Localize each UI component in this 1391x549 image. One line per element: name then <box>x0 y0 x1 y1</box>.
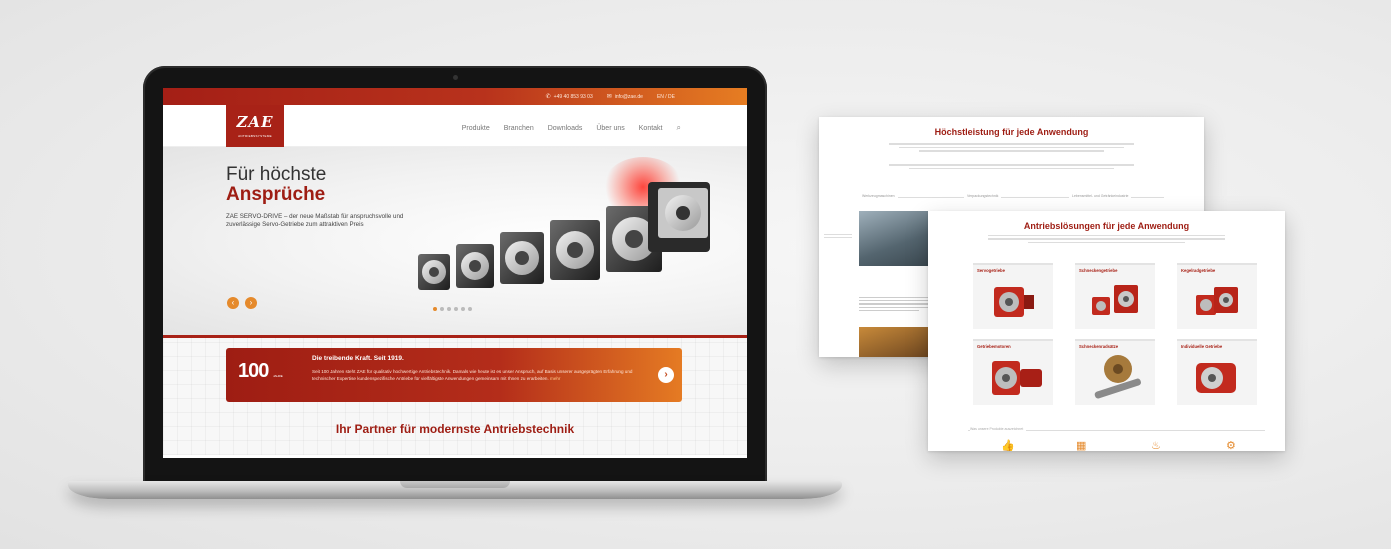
card1-category-label[interactable]: Verpackungstechnik <box>964 194 1002 198</box>
nav-menu: Produkte Branchen Downloads Über uns Kon… <box>462 123 681 133</box>
card1-title: Höchstleistung für jede Anwendung <box>934 127 1089 137</box>
gear-icon: ⚙ <box>1226 440 1236 451</box>
kegelradgetriebe-icon <box>1196 287 1238 315</box>
zae-logo[interactable]: ZAE ANTRIEBSSYSTEME <box>226 105 284 147</box>
banner-more-link[interactable]: mehr <box>550 376 560 381</box>
nav-item-kontakt[interactable]: Kontakt <box>639 125 663 132</box>
banner-arrow-button[interactable]: › <box>658 367 674 383</box>
industry-photo <box>859 327 929 357</box>
slider-pagination <box>433 307 472 311</box>
thumbs-up-icon: 👍 <box>1001 440 1015 451</box>
product-tile-schneckengetriebe[interactable]: Schneckengetriebe <box>1075 263 1155 329</box>
topbar-phone[interactable]: ✆ +49 40 853 93 03 <box>545 93 593 101</box>
card1-side-note <box>824 232 852 240</box>
laptop-screen: ✆ +49 40 853 93 03 ✉ info@zae.de EN / DE Z… <box>163 88 747 458</box>
card2-title: Antriebslösungen für jede Anwendung <box>1023 221 1190 231</box>
nav-item-branchen[interactable]: Branchen <box>504 125 534 132</box>
slider-dot[interactable] <box>447 307 451 311</box>
slider-next-button[interactable]: › <box>245 297 257 309</box>
nav-item-ueber-uns[interactable]: Über uns <box>596 125 624 132</box>
card2-footer-label: Was unsere Produkte auszeichnet <box>970 427 1027 431</box>
laptop-lid: ✆ +49 40 853 93 03 ✉ info@zae.de EN / DE Z… <box>143 66 767 486</box>
banner-text: Seit 100 Jahren steht ZAE für qualitativ… <box>312 369 633 381</box>
card1-body-text <box>859 295 929 313</box>
anniversary-section: 100 JAHRE Die treibende Kraft. Seit 1919… <box>163 338 747 455</box>
section-title: Ihr Partner für modernste Antriebstechni… <box>335 422 575 436</box>
product-tile-individuelle-getriebe[interactable]: Individuelle Getriebe <box>1177 339 1257 405</box>
schneckenradsaetze-icon <box>1094 355 1141 399</box>
slider-dot[interactable] <box>468 307 472 311</box>
topbar-email[interactable]: ✉ info@zae.de <box>606 93 643 101</box>
anniversary-badge: 100 JAHRE <box>238 360 283 382</box>
laptop-hinge-notch <box>400 481 510 488</box>
product-tile-kegelradgetriebe[interactable]: Kegelradgetriebe <box>1177 263 1257 329</box>
servo-gearbox-illustration <box>418 182 710 290</box>
card1-intro-lines-2 <box>889 162 1134 171</box>
factory-photo <box>859 211 929 266</box>
card1-category-label[interactable]: Lebensmittel- und Getränkeindustrie <box>1069 194 1132 198</box>
slider-dot[interactable] <box>440 307 444 311</box>
language-switch[interactable]: EN / DE <box>657 94 675 100</box>
search-icon[interactable]: ⌕ <box>677 123 681 133</box>
page-preview-solutions: Antriebslösungen für jede Anwendung Serv… <box>928 211 1285 451</box>
card1-intro-lines <box>889 141 1134 154</box>
getriebemotoren-icon <box>992 361 1042 395</box>
nav-item-produkte[interactable]: Produkte <box>462 125 490 132</box>
slider-dot[interactable] <box>461 307 465 311</box>
hero-title: Für höchste Ansprüche <box>226 164 327 205</box>
banner-title: Die treibende Kraft. Seit 1919. <box>312 355 404 362</box>
slider-prev-button[interactable]: ‹ <box>227 297 239 309</box>
main-navigation: ZAE ANTRIEBSSYSTEME Produkte Branchen Do… <box>163 105 747 147</box>
slider-dot[interactable] <box>433 307 437 311</box>
fire-icon: ♨ <box>1151 440 1161 451</box>
card2-intro-lines <box>988 233 1225 245</box>
card1-category-label[interactable]: Werkzeugmaschinen <box>859 194 898 198</box>
individuelle-getriebe-icon <box>1196 363 1236 393</box>
product-tile-getriebemotoren[interactable]: Getriebemotoren <box>973 339 1053 405</box>
topbar: ✆ +49 40 853 93 03 ✉ info@zae.de EN / DE <box>163 88 747 105</box>
laptop-camera <box>453 75 458 80</box>
hero-text: ZAE SERVO-DRIVE – der neue Maßstab für a… <box>226 213 404 229</box>
product-tile-servogetriebe[interactable]: Servogetriebe <box>973 263 1053 329</box>
phone-icon: ✆ <box>545 94 551 100</box>
hero-arrows: ‹ › <box>227 297 257 309</box>
calendar-icon: ▦ <box>1076 440 1087 451</box>
servogetriebe-icon <box>994 287 1034 317</box>
slider-dot[interactable] <box>454 307 458 311</box>
schneckengetriebe-icon <box>1092 285 1138 315</box>
hero-slider: Für höchste Ansprüche ZAE SERVO-DRIVE – … <box>163 147 747 338</box>
anniversary-banner: 100 JAHRE Die treibende Kraft. Seit 1919… <box>226 348 682 402</box>
product-tile-schneckenradsaetze[interactable]: Schneckenradsätze <box>1075 339 1155 405</box>
nav-item-downloads[interactable]: Downloads <box>548 125 583 132</box>
mail-icon: ✉ <box>606 94 612 100</box>
mockup-stage: ✆ +49 40 853 93 03 ✉ info@zae.de EN / DE Z… <box>0 0 1391 549</box>
